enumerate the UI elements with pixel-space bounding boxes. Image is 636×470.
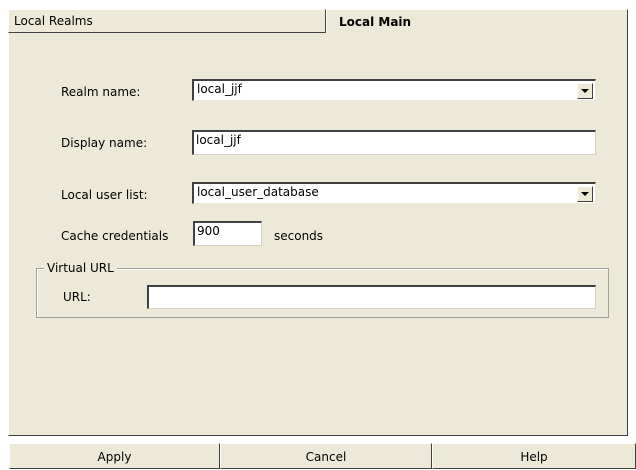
cache-credentials-input[interactable]: 900 [193,221,262,246]
apply-button-label: Apply [97,450,132,464]
realm-name-label: Realm name: [61,85,141,99]
chevron-down-icon [581,89,589,93]
cache-credentials-unit: seconds [274,229,324,243]
url-label: URL: [63,290,91,304]
local-user-list-label: Local user list: [61,188,148,202]
virtual-url-legend: Virtual URL [44,261,117,275]
realm-name-dropdown-button[interactable] [577,83,593,99]
url-input[interactable] [147,285,596,309]
tab-local-main-label: Local Main [339,15,412,29]
tab-local-main[interactable]: Local Main [326,9,628,35]
tab-local-realms-label: Local Realms [14,14,93,28]
display-name-value: local_jjf [196,133,241,147]
help-button-label: Help [520,450,548,464]
chevron-down-icon [581,192,589,196]
display-name-label: Display name: [61,136,148,150]
apply-button[interactable]: Apply [9,443,220,469]
local-user-list-value: local_user_database [197,185,319,199]
realm-name-select[interactable]: local_jjf [192,79,596,101]
local-user-list-dropdown-button[interactable] [577,186,593,202]
cancel-button[interactable]: Cancel [220,443,432,469]
help-button[interactable]: Help [432,443,636,469]
tab-local-realms[interactable]: Local Realms [8,9,326,33]
cache-credentials-value: 900 [197,224,220,238]
cancel-button-label: Cancel [305,450,347,464]
realm-name-value: local_jjf [197,82,242,96]
display-name-input[interactable]: local_jjf [192,130,596,155]
cache-credentials-label: Cache credentials [61,229,169,243]
local-user-list-select[interactable]: local_user_database [192,182,596,204]
